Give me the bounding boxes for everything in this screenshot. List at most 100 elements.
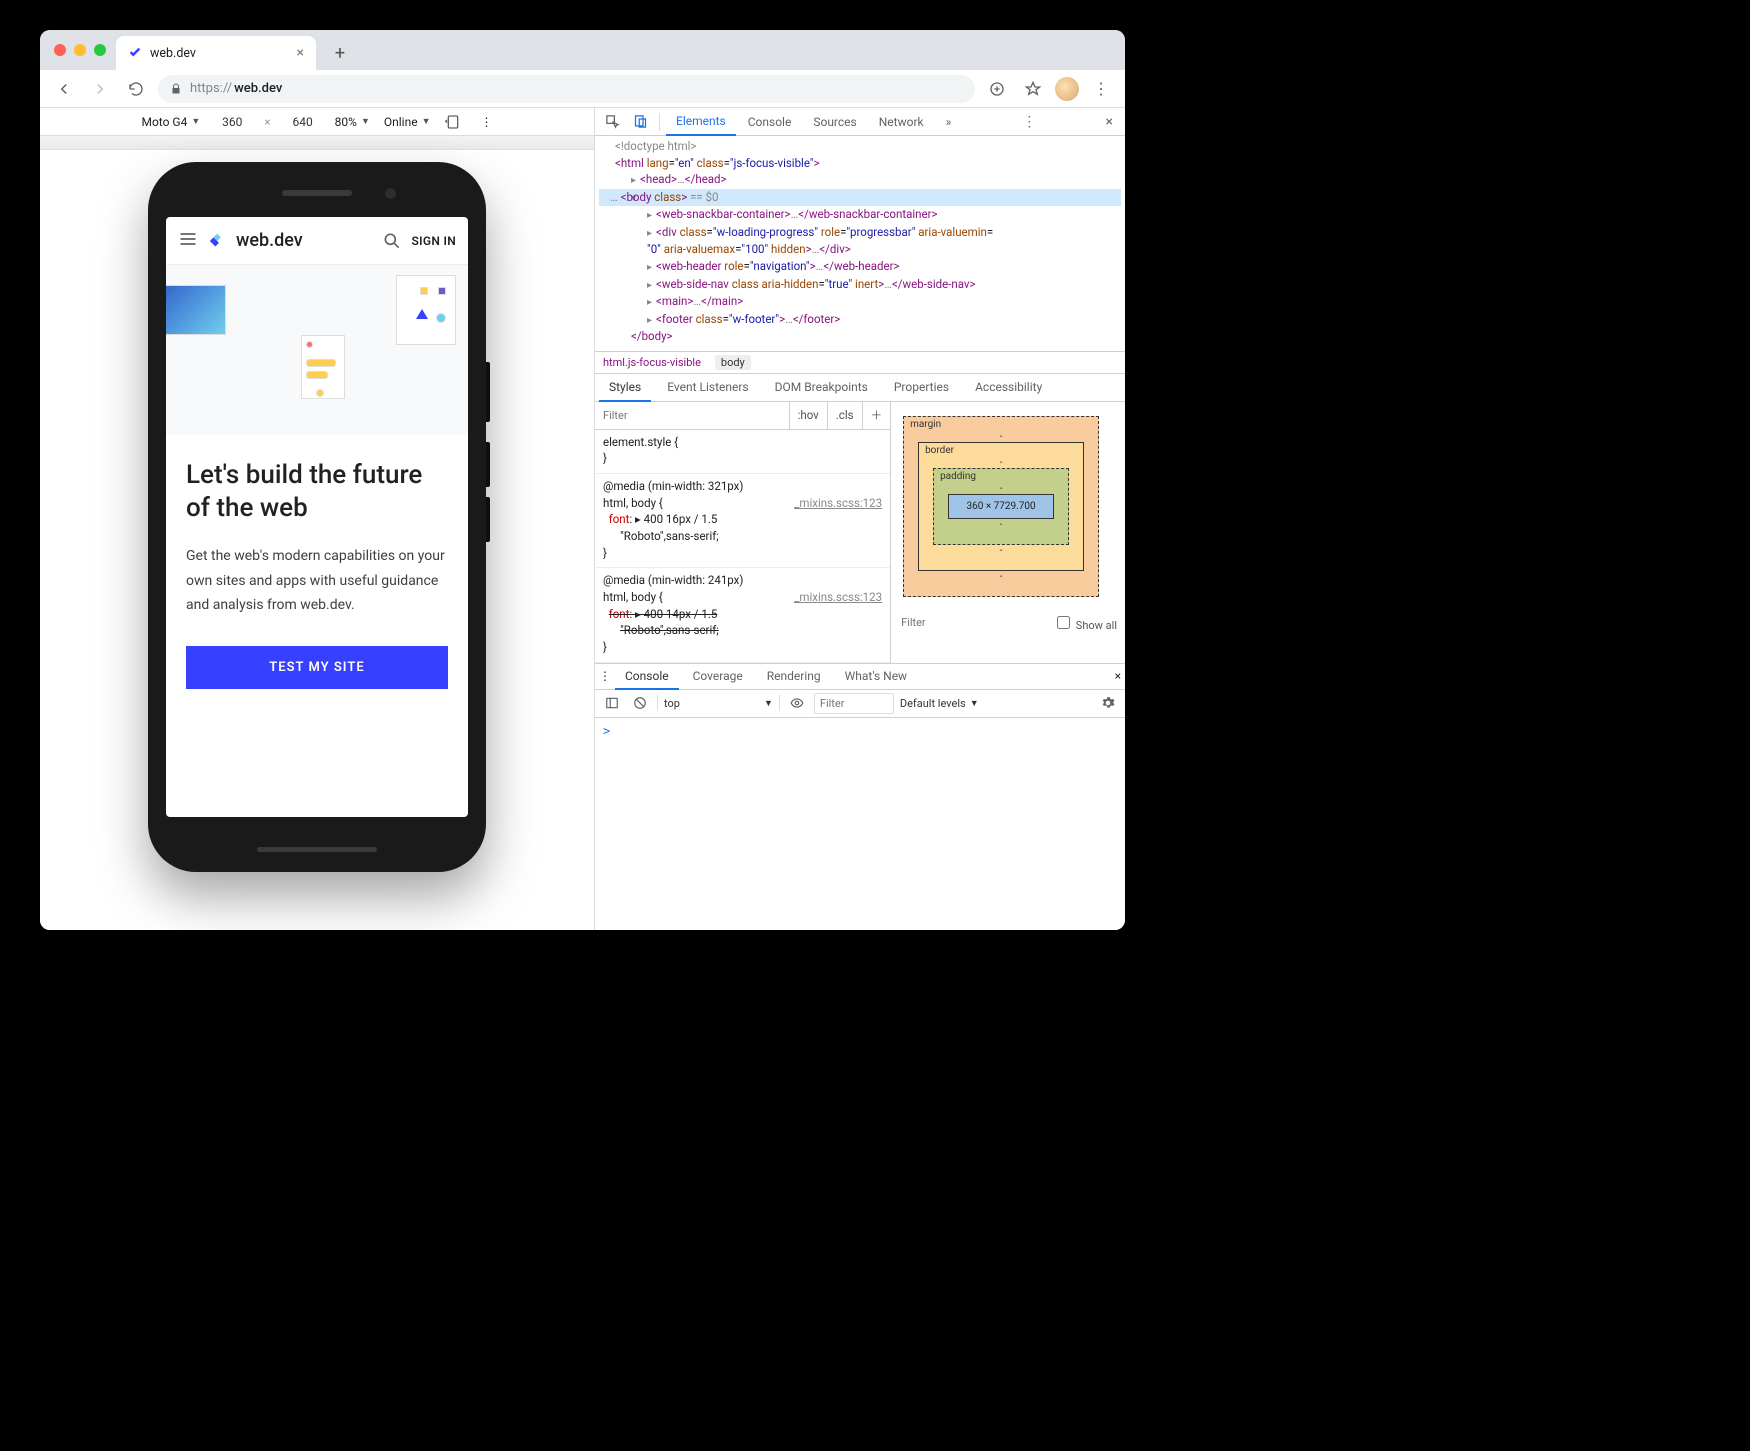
drawer-tab-whatsnew[interactable]: What's New <box>835 664 917 688</box>
clear-console-icon[interactable] <box>629 692 651 714</box>
search-icon[interactable] <box>382 231 402 251</box>
rule-element-style[interactable]: element.style {} <box>595 430 890 474</box>
chrome-menu-icon[interactable]: ⋮ <box>1087 75 1115 103</box>
log-levels-select[interactable]: Default levels ▼ <box>900 697 979 710</box>
devtools-menu-icon[interactable]: ⋮ <box>1014 114 1044 130</box>
favicon-icon <box>128 46 142 60</box>
context-select[interactable]: top ▼ <box>664 697 773 710</box>
bookmark-icon[interactable] <box>1019 75 1047 103</box>
drawer-tab-rendering[interactable]: Rendering <box>757 664 831 688</box>
drawer-tabs: ⋮ Console Coverage Rendering What's New … <box>595 664 1125 690</box>
lock-icon <box>170 83 182 95</box>
hero-illustration <box>166 265 468 435</box>
tab-console[interactable]: Console <box>738 109 802 135</box>
forward-button[interactable] <box>86 75 114 103</box>
new-rule-icon[interactable]: ＋ <box>862 402 891 429</box>
console-toolbar: top ▼ Default levels ▼ <box>595 690 1125 718</box>
live-expr-icon[interactable] <box>786 692 808 714</box>
tab-network[interactable]: Network <box>869 109 934 135</box>
hamburger-icon[interactable] <box>178 229 198 253</box>
styles-tabs: Styles Event Listeners DOM Breakpoints P… <box>595 374 1125 402</box>
brand-text: web.dev <box>236 230 303 251</box>
install-pwa-icon[interactable] <box>983 75 1011 103</box>
styles-filter-row: :hov .cls ＋ <box>595 402 890 430</box>
site-logo[interactable]: web.dev <box>208 230 303 252</box>
dim-sep: × <box>264 115 270 129</box>
hero-section: Let's build the future of the web Get th… <box>166 435 468 713</box>
box-content-size: 360 × 7729.700 <box>948 494 1054 519</box>
hero-title: Let's build the future of the web <box>186 459 448 524</box>
device-mode-pane: Moto G4▼ 360 × 640 80%▼ Online▼ ⋮ <box>40 108 595 930</box>
crumb-body[interactable]: body <box>715 355 751 370</box>
styles-rules: :hov .cls ＋ element.style {} @media (min… <box>595 402 890 663</box>
sign-in-button[interactable]: SIGN IN <box>412 234 456 248</box>
devtools-tabs: Elements Console Sources Network » ⋮ × <box>595 108 1125 136</box>
phone-button <box>486 497 490 542</box>
devtools-close-icon[interactable]: × <box>1098 114 1121 130</box>
hero-body: Get the web's modern capabilities on you… <box>186 544 448 618</box>
cls-toggle[interactable]: .cls <box>827 402 862 429</box>
profile-avatar[interactable] <box>1055 77 1079 101</box>
rule-media-321[interactable]: @media (min-width: 321px) html, body {_m… <box>595 474 890 568</box>
device-mode-icon[interactable] <box>627 109 653 135</box>
devtools-drawer: ⋮ Console Coverage Rendering What's New … <box>595 664 1125 930</box>
crumb-html[interactable]: html.js-focus-visible <box>603 356 701 369</box>
rotate-icon[interactable] <box>445 114 461 130</box>
tabs-overflow-icon[interactable]: » <box>936 109 962 135</box>
device-height[interactable]: 640 <box>285 115 321 129</box>
site-header: web.dev SIGN IN <box>166 217 468 265</box>
tab-sources[interactable]: Sources <box>803 109 866 135</box>
close-tab-icon[interactable]: × <box>297 45 304 61</box>
content-area: Moto G4▼ 360 × 640 80%▼ Online▼ ⋮ <box>40 108 1125 930</box>
tab-dom-breakpoints[interactable]: DOM Breakpoints <box>765 374 878 400</box>
zoom-select[interactable]: 80%▼ <box>335 115 370 129</box>
back-button[interactable] <box>50 75 78 103</box>
address-bar[interactable]: https://web.dev <box>158 75 975 103</box>
phone-frame: web.dev SIGN IN <box>148 162 486 872</box>
tab-accessibility[interactable]: Accessibility <box>965 374 1052 400</box>
device-frame-wrap: web.dev SIGN IN <box>40 150 594 930</box>
box-model[interactable]: margin- border- padding- 360 × 7729.700 … <box>891 402 1111 607</box>
drawer-menu-icon[interactable]: ⋮ <box>599 669 611 683</box>
console-prompt[interactable]: > <box>595 718 1125 744</box>
styles-body: :hov .cls ＋ element.style {} @media (min… <box>595 402 1125 664</box>
tab-event-listeners[interactable]: Event Listeners <box>657 374 758 400</box>
inspect-icon[interactable] <box>599 109 625 135</box>
url-scheme: https:// <box>190 81 232 96</box>
traffic-lights <box>50 30 116 70</box>
console-filter-input[interactable] <box>814 693 894 714</box>
reload-button[interactable] <box>122 75 150 103</box>
device-toolbar: Moto G4▼ 360 × 640 80%▼ Online▼ ⋮ <box>40 108 594 136</box>
console-sidebar-icon[interactable] <box>601 692 623 714</box>
styles-filter-input[interactable] <box>595 409 789 422</box>
devtools-panel: Elements Console Sources Network » ⋮ × <… <box>595 108 1125 930</box>
rule-media-241[interactable]: @media (min-width: 241px) html, body {_m… <box>595 568 890 662</box>
browser-window: web.dev × + https://web.dev ⋮ Moto G4▼ 3… <box>40 30 1125 930</box>
breadcrumb[interactable]: html.js-focus-visible body <box>595 352 1125 374</box>
device-more-icon[interactable]: ⋮ <box>481 115 493 129</box>
hov-toggle[interactable]: :hov <box>789 402 827 429</box>
throttle-select[interactable]: Online▼ <box>384 115 431 129</box>
device-width[interactable]: 360 <box>214 115 250 129</box>
show-all-toggle[interactable]: Show all <box>1053 613 1117 632</box>
close-window-icon[interactable] <box>54 44 66 56</box>
computed-filter-input[interactable] <box>899 615 1043 630</box>
minimize-window-icon[interactable] <box>74 44 86 56</box>
rendered-page: web.dev SIGN IN <box>166 217 468 817</box>
drawer-tab-console[interactable]: Console <box>615 664 679 690</box>
dom-tree[interactable]: <!doctype html> <html lang="en" class="j… <box>595 136 1125 352</box>
tab-elements[interactable]: Elements <box>666 108 736 136</box>
drawer-tab-coverage[interactable]: Coverage <box>683 664 753 688</box>
browser-tab[interactable]: web.dev × <box>116 36 316 70</box>
console-settings-icon[interactable] <box>1097 692 1119 714</box>
tab-strip: web.dev × + <box>40 30 1125 70</box>
new-tab-button[interactable]: + <box>326 39 354 67</box>
phone-button <box>486 362 490 422</box>
tab-styles[interactable]: Styles <box>599 374 651 402</box>
tab-properties[interactable]: Properties <box>884 374 959 400</box>
phone-home-bar <box>257 847 377 852</box>
cta-button[interactable]: TEST MY SITE <box>186 646 448 689</box>
fullscreen-window-icon[interactable] <box>94 44 106 56</box>
drawer-close-icon[interactable]: × <box>1115 669 1121 683</box>
device-select[interactable]: Moto G4▼ <box>141 115 200 129</box>
